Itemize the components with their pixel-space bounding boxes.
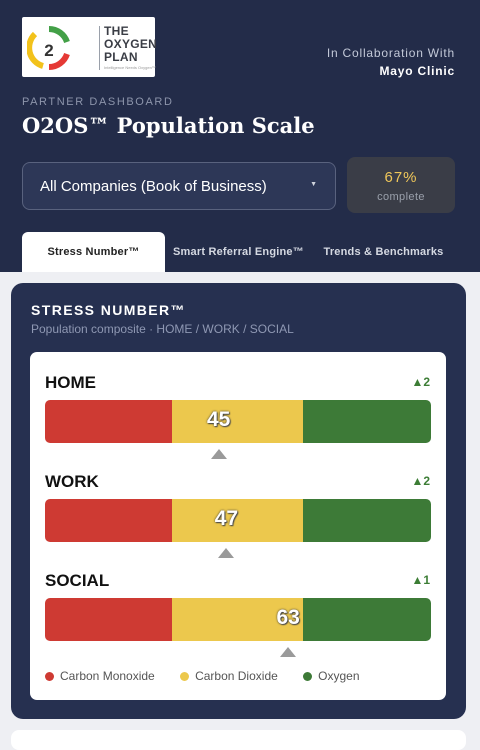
page-eyebrow: PARTNER DASHBOARD (22, 96, 174, 108)
stress-score: 63 (276, 606, 300, 629)
logo-tagline: Intelligence Needs Oxygen™ (104, 65, 156, 70)
company-select[interactable]: All Companies (Book of Business) ▼ (22, 162, 336, 210)
row-label: WORK (45, 472, 99, 491)
score-marker-icon (210, 449, 227, 459)
oxygen-segment (303, 499, 431, 542)
logo-number: 2 (44, 41, 53, 60)
completion-percent: 67% (384, 169, 418, 186)
legend-dot-icon (45, 672, 54, 681)
logo-divider (99, 26, 100, 70)
carbon-monoxide-segment (45, 499, 172, 542)
row-label: SOCIAL (45, 571, 110, 590)
stress-score: 45 (207, 408, 231, 431)
stress-legend: Carbon Monoxide Carbon Dioxide Oxygen (45, 669, 382, 683)
company-select-value: All Companies (Book of Business) (40, 178, 267, 195)
collab-partner: Mayo Clinic (379, 64, 455, 78)
stress-number-panel: STRESS NUMBER™ Population composite · HO… (11, 283, 466, 719)
legend-label: Carbon Dioxide (195, 669, 278, 683)
stress-score: 47 (214, 507, 239, 530)
carbon-monoxide-segment (45, 400, 172, 443)
logo-ring-icon: 2 (27, 26, 70, 70)
legend-dot-icon (180, 672, 190, 681)
completion-badge: 67% complete (347, 157, 455, 213)
tab-trends-benchmarks[interactable]: Trends & Benchmarks (312, 232, 455, 272)
legend-label: Carbon Monoxide (60, 669, 155, 683)
row-delta: ▲1 (411, 573, 430, 587)
legend-item-carbon-monoxide: Carbon Monoxide (45, 669, 155, 683)
legend-label: Oxygen (318, 669, 360, 683)
carbon-monoxide-segment (45, 598, 172, 641)
oxygen-plan-logo[interactable]: 2 THE OXYGEN PLAN Intelligence Needs Oxy… (22, 17, 157, 77)
legend-item-oxygen: Oxygen (303, 669, 360, 683)
legend-dot-icon (303, 672, 313, 681)
tab-smart-referral-engine[interactable]: Smart Referral Engine™ (167, 232, 310, 272)
panel-subtitle: Population composite · HOME / WORK / SOC… (31, 322, 294, 336)
stress-bar (45, 598, 431, 641)
score-marker-icon (218, 548, 235, 558)
completion-label: complete (377, 191, 425, 203)
next-card-peek (11, 730, 466, 750)
dashboard-header: 2 THE OXYGEN PLAN Intelligence Needs Oxy… (0, 0, 480, 272)
legend-item-carbon-dioxide: Carbon Dioxide (180, 669, 278, 683)
collaboration-note: In Collaboration With Mayo Clinic (327, 44, 455, 80)
row-delta: ▲2 (411, 375, 430, 389)
logo-wordmark: THE OXYGEN PLAN (104, 25, 157, 64)
chevron-down-icon: ▼ (310, 181, 317, 188)
page-title: O2OS™ Population Scale (22, 113, 315, 138)
oxygen-segment (303, 598, 431, 641)
panel-title: STRESS NUMBER™ (31, 302, 186, 318)
stress-scale-card: HOME ▲2 45 WORK ▲2 47 SOCIAL ▲1 63 Carbo… (30, 352, 446, 700)
collab-label: In Collaboration With (326, 46, 455, 60)
score-marker-icon (280, 647, 297, 657)
oxygen-segment (303, 400, 431, 443)
row-delta: ▲2 (411, 474, 430, 488)
row-label: HOME (45, 373, 96, 392)
tab-stress-number[interactable]: Stress Number™ (22, 232, 165, 272)
logo-word: PLAN (104, 50, 138, 64)
